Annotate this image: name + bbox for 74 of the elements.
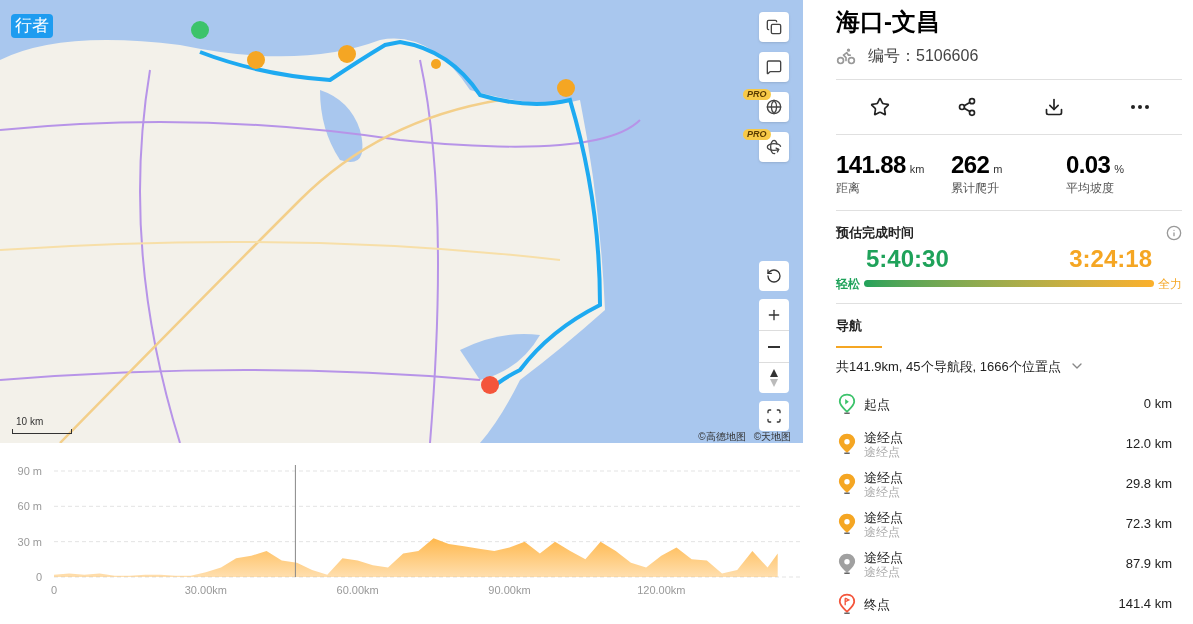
axis-tick-label: 0	[50, 584, 58, 596]
stat-label: 累计爬升	[951, 180, 1000, 197]
reset-button[interactable]	[759, 261, 789, 291]
point-distance: 12.0 km	[1125, 435, 1173, 454]
route-point-row[interactable]: 途经点 途经点 87.9 km	[836, 544, 1182, 584]
axis-tick-label: 90 m	[17, 465, 42, 477]
route-point-row[interactable]: 途经点 途经点 72.3 km	[836, 504, 1182, 544]
axis-tick-label: 60.00km	[336, 584, 379, 596]
app-logo: 行者	[11, 14, 53, 38]
max-label: 全力	[1158, 275, 1182, 293]
scale-bar	[12, 429, 72, 434]
axis-tick-label: 0	[35, 571, 42, 583]
route-point-row[interactable]: 途经点 途经点 29.8 km	[836, 464, 1182, 504]
stat-label: 距离	[836, 180, 861, 197]
axis-tick-label: 120.00km	[637, 584, 686, 596]
tab[interactable]: 导航	[836, 316, 882, 348]
globe-icon	[766, 99, 782, 115]
point-subtitle: 途经点	[864, 444, 901, 459]
max-time: 3:24:18	[1069, 244, 1152, 273]
download-icon	[1043, 96, 1064, 117]
fullscreen-icon	[766, 408, 782, 424]
easy-time: 5:40:30	[866, 244, 949, 273]
point-distance: 72.3 km	[1125, 515, 1173, 534]
point-subtitle: 途经点	[864, 524, 901, 539]
stat-value: 0.03	[1066, 151, 1111, 179]
share-icon	[956, 96, 977, 117]
map-control-button[interactable]	[759, 52, 789, 82]
star-icon	[869, 96, 890, 117]
rotate-icon	[766, 268, 782, 284]
route-number: 编号：5106606	[868, 46, 979, 67]
axis-tick-label: 30.00km	[184, 584, 227, 596]
pro-badge: PRO	[743, 89, 771, 100]
axis-tick-label: 60 m	[17, 500, 42, 513]
easy-label: 轻松	[836, 275, 860, 293]
point-distance: 87.9 km	[1125, 555, 1173, 574]
point-name: 途经点	[864, 469, 904, 485]
route-point-row[interactable]: 起点 0 km	[836, 384, 1182, 424]
pro-badge: PRO	[743, 129, 771, 140]
point-name: 终点	[864, 596, 891, 612]
stat-label: 平均坡度	[1066, 180, 1115, 197]
info-icon	[1166, 224, 1182, 241]
rotate-3d-icon	[766, 139, 782, 155]
route-point-row[interactable]: 途经点 途经点 12.0 km	[836, 424, 1182, 464]
point-name: 途经点	[864, 509, 904, 525]
summary-toggle[interactable]: 共141.9km, 45个导航段, 1666个位置点	[836, 356, 1182, 376]
axis-tick-label: 30 m	[17, 535, 42, 548]
compass-icon	[769, 368, 779, 388]
point-name: 途经点	[864, 549, 904, 565]
fullscreen-button[interactable]	[759, 401, 789, 431]
map-control-button[interactable]	[759, 12, 789, 42]
bike-icon	[836, 46, 856, 67]
axis-tick-label: 90.00km	[488, 584, 531, 596]
more-icon	[1130, 104, 1149, 109]
point-name: 途经点	[864, 429, 904, 445]
route-point-row[interactable]: 终点 141.4 km	[836, 584, 1182, 624]
scale-label: 10 km	[15, 415, 45, 429]
minus-icon	[768, 345, 780, 348]
stat-unit: km	[909, 162, 925, 177]
route-title: 海口-文昌	[836, 7, 941, 37]
layers-icon	[766, 19, 782, 35]
point-subtitle: 途经点	[864, 484, 901, 499]
attribution-text: ©高德地图	[698, 431, 746, 443]
stat-unit: %	[1114, 162, 1125, 177]
point-subtitle: 途经点	[864, 564, 901, 579]
message-icon	[766, 59, 782, 75]
point-distance: 0 km	[1143, 395, 1173, 414]
point-distance: 29.8 km	[1125, 475, 1173, 494]
stat-unit: m	[993, 162, 1003, 177]
point-name: 起点	[864, 396, 891, 412]
stat-value: 141.88	[836, 151, 906, 179]
attribution-text: ©天地图	[753, 431, 791, 443]
stat-value: 262	[951, 151, 990, 179]
point-distance: 141.4 km	[1118, 595, 1173, 614]
estimate-title: 预估完成时间	[836, 224, 914, 243]
